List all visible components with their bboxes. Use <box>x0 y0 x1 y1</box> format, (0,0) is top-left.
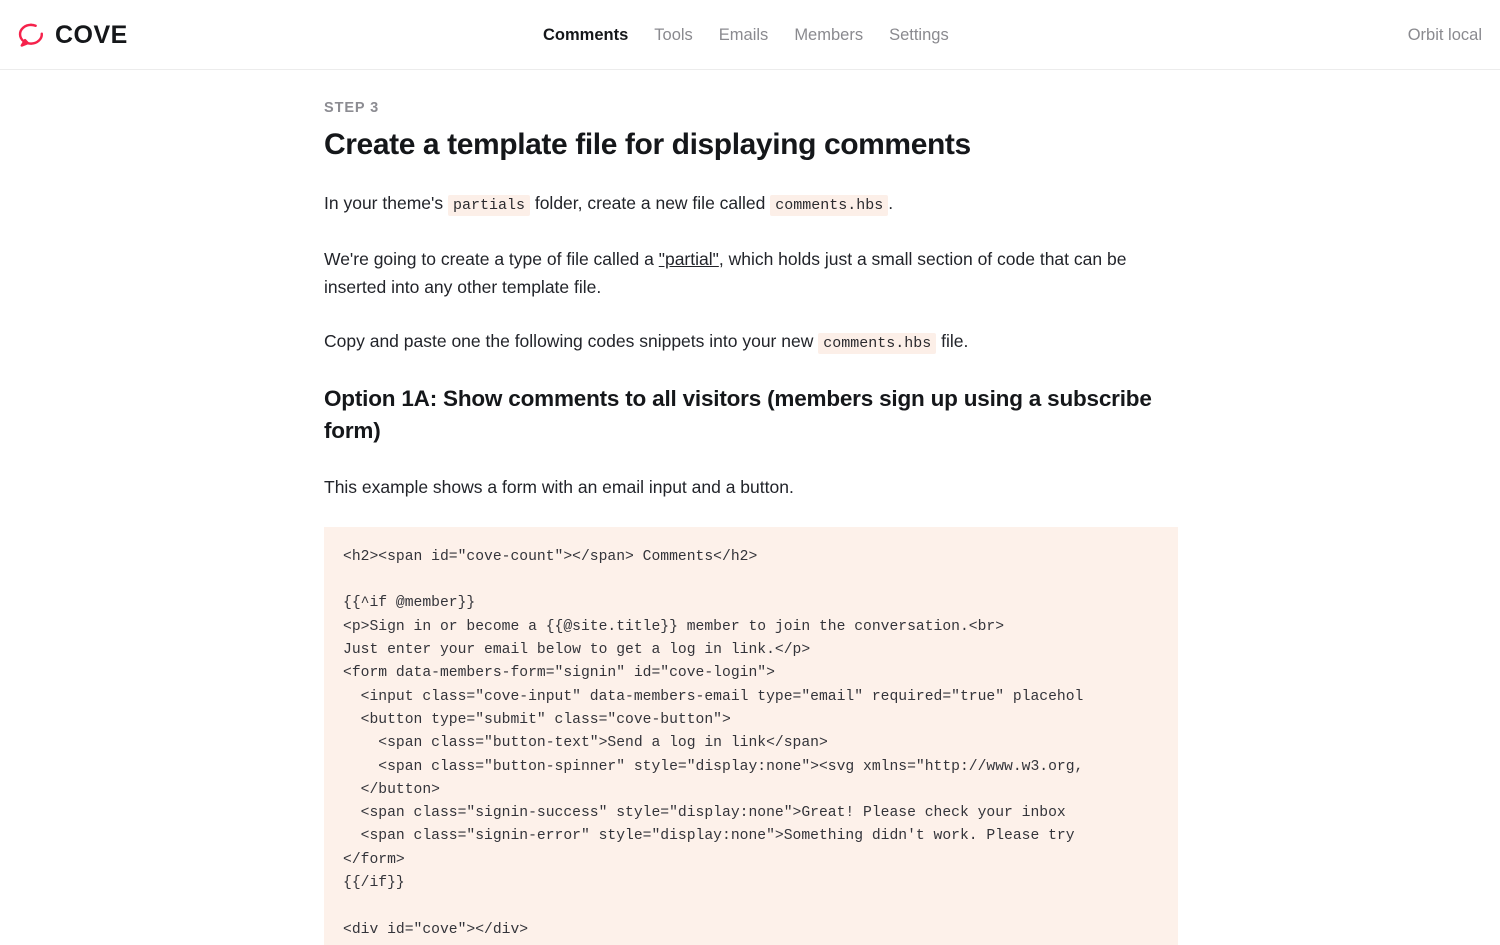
page-body: STEP 3 Create a template file for displa… <box>0 70 1500 945</box>
paragraph-example-description: This example shows a form with an email … <box>324 476 794 497</box>
text-fragment: . <box>888 193 894 214</box>
inline-code-comments-hbs-2: comments.hbs <box>818 333 937 355</box>
content-column: STEP 3 Create a template file for displa… <box>324 70 1184 945</box>
site-header: COVE Comments Tools Emails Members Setti… <box>0 0 1500 70</box>
account-menu[interactable]: Orbit local <box>1408 0 1482 70</box>
paragraph-partial-explanation: We're going to create a type of file cal… <box>324 245 1184 302</box>
code-block-option-1a[interactable]: <h2><span id="cove-count"></span> Commen… <box>324 526 1178 945</box>
code-snippet: <h2><span id="cove-count"></span> Commen… <box>343 548 1084 938</box>
inline-code-comments-hbs: comments.hbs <box>770 195 889 217</box>
partial-link[interactable]: "partial" <box>659 249 719 269</box>
text-fragment: file. <box>936 331 969 352</box>
nav-item-comments[interactable]: Comments <box>543 27 628 44</box>
inline-code-partials: partials <box>447 195 530 217</box>
paragraph-create-file: In your theme's partials folder, create … <box>324 189 1184 218</box>
speech-bubble-icon <box>18 23 44 47</box>
brand-name: COVE <box>55 20 128 49</box>
text-fragment: folder, create a new file called <box>529 193 771 214</box>
paragraph-copy-paste: Copy and paste one the following codes s… <box>324 327 1184 356</box>
main-nav: Comments Tools Emails Members Settings <box>543 0 949 70</box>
nav-item-tools[interactable]: Tools <box>654 27 693 44</box>
step-eyebrow: STEP 3 <box>324 100 380 116</box>
nav-item-emails[interactable]: Emails <box>719 27 769 44</box>
text-fragment: We're going to create a type of file cal… <box>324 248 659 269</box>
text-fragment: Copy and paste one the following codes s… <box>324 331 819 352</box>
section-title-option-1a: Option 1A: Show comments to all visitors… <box>324 385 1152 443</box>
nav-item-members[interactable]: Members <box>794 27 863 44</box>
page-title: Create a template file for displaying co… <box>324 128 971 162</box>
brand-logo[interactable]: COVE <box>16 0 128 70</box>
nav-item-settings[interactable]: Settings <box>889 27 949 44</box>
text-fragment: In your theme's <box>324 193 448 214</box>
